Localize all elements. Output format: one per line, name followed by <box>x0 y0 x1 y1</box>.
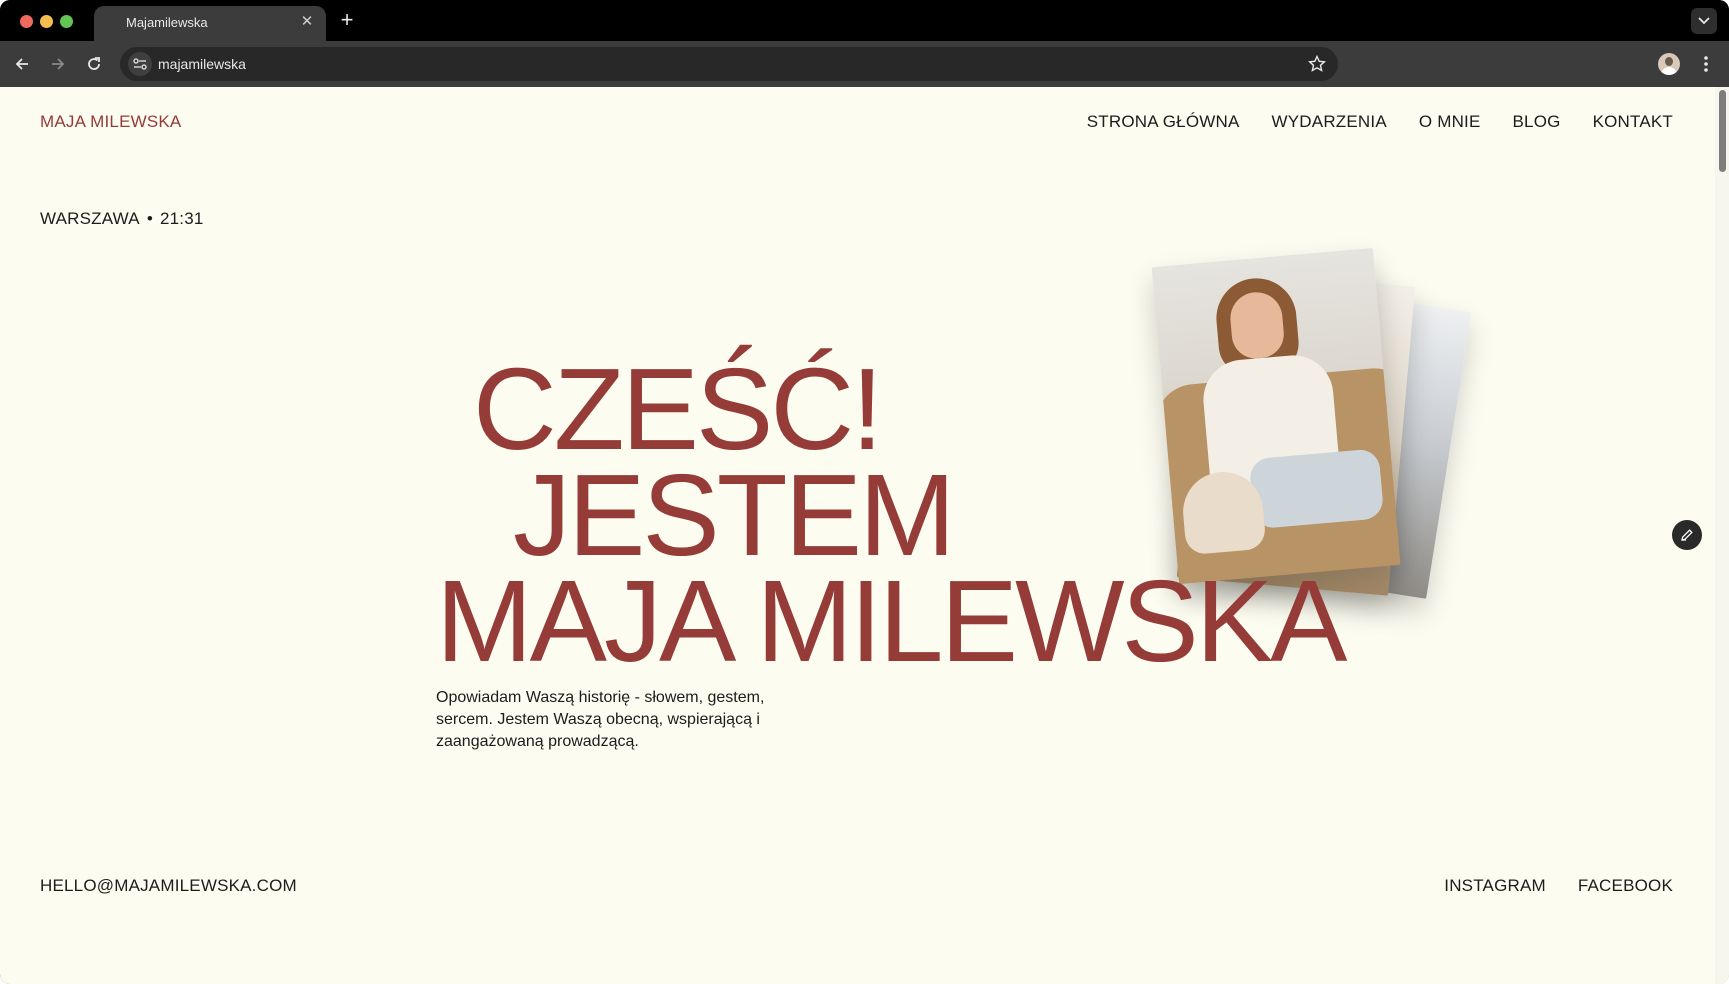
nav-item-about[interactable]: O MNIE <box>1419 112 1481 132</box>
intro-paragraph: Opowiadam Waszą historię - słowem, geste… <box>436 689 765 750</box>
back-arrow-icon <box>15 58 28 70</box>
nav-item-home[interactable]: STRONA GŁÓWNA <box>1087 112 1240 132</box>
main-nav: STRONA GŁÓWNA WYDARZENIA O MNIE BLOG KON… <box>1087 112 1673 132</box>
chevron-down-icon <box>1698 17 1710 25</box>
bookmark-star-icon[interactable] <box>1308 55 1326 73</box>
nav-item-events[interactable]: WYDARZENIA <box>1272 112 1387 132</box>
bullet-separator: • <box>146 209 153 228</box>
forward-arrow-icon <box>52 58 65 70</box>
browser-tab-active[interactable]: Majamilewska ✕ <box>94 6 326 41</box>
nav-item-blog[interactable]: BLOG <box>1513 112 1561 132</box>
site-settings-icon <box>133 58 147 70</box>
tab-strip: Majamilewska ✕ + <box>0 0 1729 41</box>
url-text[interactable]: majamilewska <box>158 56 246 72</box>
address-bar[interactable]: majamilewska <box>120 47 1338 81</box>
local-time: 21:31 <box>159 209 204 228</box>
page-viewport: MAJA MILEWSKA STRONA GŁÓWNA WYDARZENIA O… <box>0 87 1729 984</box>
location-label: WARSZAWA <box>40 209 140 228</box>
back-button[interactable] <box>10 52 34 76</box>
plus-icon[interactable]: + <box>336 9 358 31</box>
nav-item-contact[interactable]: KONTAKT <box>1593 112 1673 132</box>
window-minimize-button[interactable] <box>40 15 53 28</box>
browser-toolbar: majamilewska <box>0 41 1729 87</box>
tab-title: Majamilewska <box>126 15 208 30</box>
kebab-menu-icon[interactable] <box>1697 52 1715 76</box>
browser-window: Majamilewska ✕ + majamilewska MAJA MILEW… <box>0 0 1729 984</box>
edit-button[interactable] <box>1672 520 1702 550</box>
portrait-photo <box>1151 247 1401 585</box>
location-time: WARSZAWA • 21:31 <box>40 209 204 229</box>
contact-email-link[interactable]: HELLO@MAJAMILEWSKA.COM <box>40 876 297 896</box>
site-info-button[interactable] <box>128 52 152 76</box>
hero-heading-line-3: MAJA MILEWSKA <box>436 556 1348 686</box>
facebook-link[interactable]: FACEBOOK <box>1578 876 1673 896</box>
close-icon[interactable]: ✕ <box>298 13 316 31</box>
forward-button[interactable] <box>46 52 70 76</box>
tab-search-button[interactable] <box>1691 8 1717 34</box>
reload-icon <box>88 57 100 70</box>
reload-button[interactable] <box>82 52 106 76</box>
scrollbar-thumb[interactable] <box>1719 90 1726 172</box>
site-logo-link[interactable]: MAJA MILEWSKA <box>40 112 181 132</box>
instagram-link[interactable]: INSTAGRAM <box>1444 876 1546 896</box>
window-close-button[interactable] <box>20 15 33 28</box>
page-scrollbar[interactable] <box>1715 87 1729 984</box>
pencil-edit-icon <box>1681 529 1693 541</box>
window-maximize-button[interactable] <box>60 15 73 28</box>
social-links: INSTAGRAM FACEBOOK <box>1444 876 1673 896</box>
profile-avatar-icon[interactable] <box>1658 53 1680 75</box>
